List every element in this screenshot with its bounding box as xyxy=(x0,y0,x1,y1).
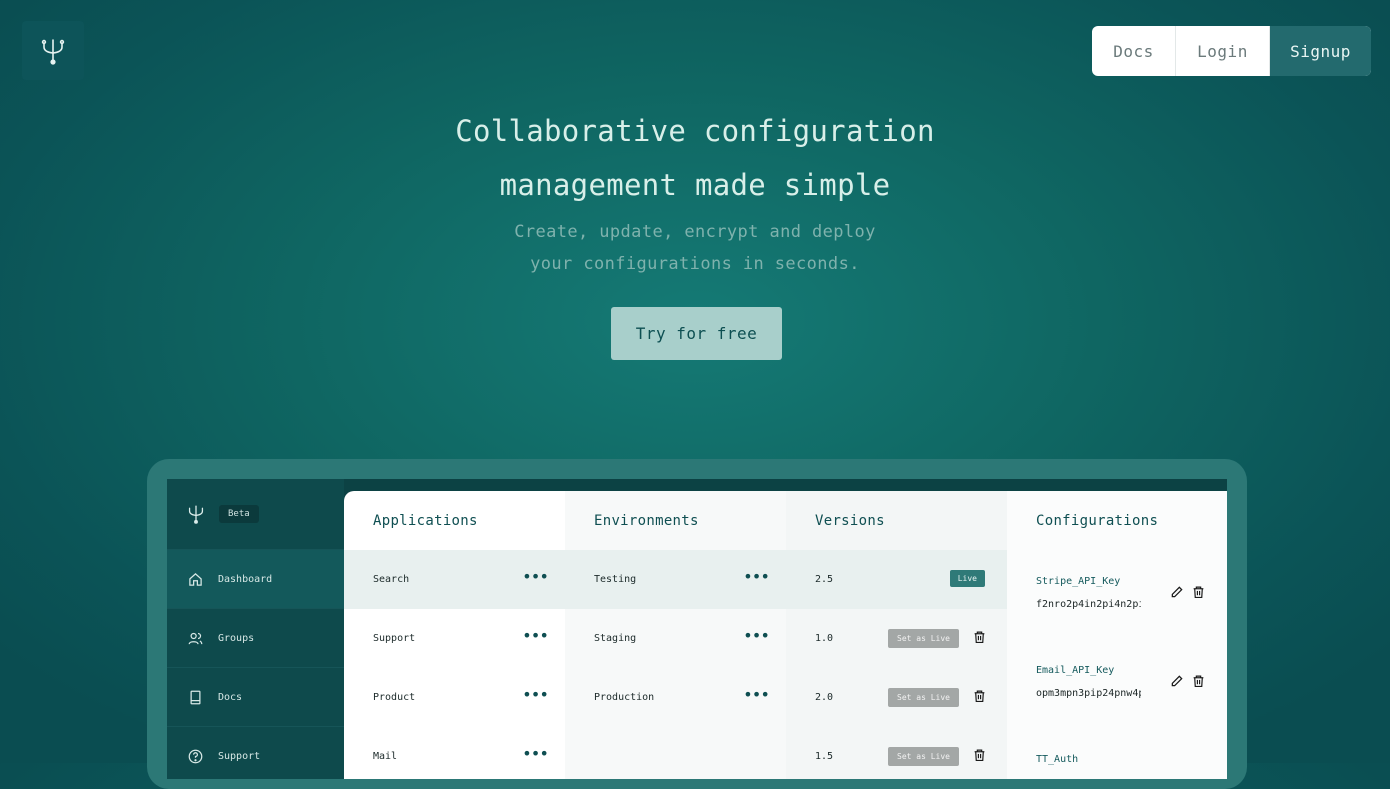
more-options-icon[interactable]: ••• xyxy=(743,628,770,644)
configuration-value: f2nro2p4in2pi4n2pin xyxy=(1036,599,1141,610)
version-row[interactable]: 1.0 Set as Live xyxy=(786,609,1007,668)
version-number: 2.5 xyxy=(815,574,834,585)
hero-title-line-2: management made simple xyxy=(499,168,891,202)
fork-logo-icon xyxy=(188,505,204,524)
app-preview: Beta Dashboard Groups Docs Support Appli… xyxy=(167,479,1227,779)
more-options-icon[interactable]: ••• xyxy=(743,569,770,585)
environments-column: Environments Testing ••• Staging ••• Pro… xyxy=(565,491,786,779)
environment-row[interactable]: Staging ••• xyxy=(565,609,786,668)
login-button[interactable]: Login xyxy=(1176,26,1270,76)
logo[interactable] xyxy=(22,21,84,80)
try-for-free-button[interactable]: Try for free xyxy=(611,307,782,360)
application-row[interactable]: Mail ••• xyxy=(344,727,565,779)
more-options-icon[interactable]: ••• xyxy=(743,687,770,703)
users-icon xyxy=(188,632,203,644)
app-main-panel: Applications Search ••• Support ••• Prod… xyxy=(344,491,1227,779)
sidebar-item-groups[interactable]: Groups xyxy=(167,608,344,667)
configuration-value: opm3mpn3pip24pnw4pi xyxy=(1036,688,1141,699)
versions-column: Versions 2.5 Live 1.0 Set as Live 2.0 Se… xyxy=(786,491,1007,779)
more-options-icon[interactable]: ••• xyxy=(522,746,549,762)
application-row[interactable]: Product ••• xyxy=(344,668,565,727)
applications-column: Applications Search ••• Support ••• Prod… xyxy=(344,491,565,779)
sidebar-item-label: Dashboard xyxy=(218,573,273,585)
help-circle-icon xyxy=(188,749,203,763)
configurations-header: Configurations xyxy=(1036,512,1159,529)
environment-name: Staging xyxy=(594,633,637,644)
app-sidebar-header: Beta xyxy=(167,479,344,549)
application-name: Support xyxy=(373,633,416,644)
configuration-item[interactable]: Email_API_Key opm3mpn3pip24pnw4pi xyxy=(1007,639,1227,728)
application-name: Search xyxy=(373,574,410,585)
set-as-live-button[interactable]: Set as Live xyxy=(888,688,959,707)
configuration-actions xyxy=(1170,585,1205,599)
more-options-icon[interactable]: ••• xyxy=(522,569,549,585)
environment-row[interactable]: Production ••• xyxy=(565,668,786,727)
application-row[interactable]: Support ••• xyxy=(344,609,565,668)
trash-icon[interactable] xyxy=(1192,674,1205,688)
beta-badge: Beta xyxy=(219,505,259,523)
application-name: Mail xyxy=(373,751,398,762)
sidebar-item-docs[interactable]: Docs xyxy=(167,667,344,726)
trash-icon[interactable] xyxy=(1192,585,1205,599)
live-badge: Live xyxy=(949,570,985,587)
hero-title-line-1: Collaborative configuration xyxy=(455,114,935,148)
set-as-live-button[interactable]: Set as Live xyxy=(888,629,959,648)
app-sidebar: Beta Dashboard Groups Docs Support xyxy=(167,479,344,779)
signup-button[interactable]: Signup xyxy=(1270,26,1371,76)
sidebar-item-label: Docs xyxy=(218,691,243,703)
version-row[interactable]: 1.5 Set as Live xyxy=(786,727,1007,779)
configuration-key: Email_API_Key xyxy=(1036,665,1115,676)
hero-subtitle: Create, update, encrypt and deploy your … xyxy=(0,216,1390,280)
configuration-actions xyxy=(1170,674,1205,688)
version-number: 2.0 xyxy=(815,692,834,703)
environment-name: Production xyxy=(594,692,655,703)
trash-icon[interactable] xyxy=(973,630,986,644)
environments-header: Environments xyxy=(594,512,699,529)
configurations-column: Configurations Stripe_API_Key f2nro2p4in… xyxy=(1007,491,1227,779)
home-icon xyxy=(189,572,202,586)
more-options-icon[interactable]: ••• xyxy=(522,687,549,703)
sidebar-item-label: Support xyxy=(218,750,261,762)
version-row[interactable]: 2.5 Live xyxy=(786,550,1007,609)
environment-name: Testing xyxy=(594,574,637,585)
applications-header: Applications xyxy=(373,512,478,529)
application-name: Product xyxy=(373,692,416,703)
docs-link[interactable]: Docs xyxy=(1092,26,1176,76)
version-row[interactable]: 2.0 Set as Live xyxy=(786,668,1007,727)
trash-icon[interactable] xyxy=(973,748,986,762)
versions-header: Versions xyxy=(815,512,885,529)
configuration-key: TT_Auth xyxy=(1036,754,1079,765)
trash-icon[interactable] xyxy=(973,689,986,703)
environment-row[interactable]: Testing ••• xyxy=(565,550,786,609)
top-nav: Docs Login Signup xyxy=(1092,26,1371,76)
sidebar-item-label: Groups xyxy=(218,632,255,644)
configuration-key: Stripe_API_Key xyxy=(1036,576,1121,587)
fork-logo-icon xyxy=(41,38,65,65)
version-number: 1.0 xyxy=(815,633,834,644)
hero-subtitle-line-2: your configurations in seconds. xyxy=(530,254,860,274)
hero-subtitle-line-1: Create, update, encrypt and deploy xyxy=(514,222,876,242)
sidebar-item-support[interactable]: Support xyxy=(167,726,344,779)
version-number: 1.5 xyxy=(815,751,834,762)
application-row[interactable]: Search ••• xyxy=(344,550,565,609)
more-options-icon[interactable]: ••• xyxy=(522,628,549,644)
pencil-icon[interactable] xyxy=(1170,674,1184,688)
set-as-live-button[interactable]: Set as Live xyxy=(888,747,959,766)
configuration-item[interactable]: TT_Auth xyxy=(1007,728,1227,779)
hero-title: Collaborative configuration management m… xyxy=(0,104,1390,212)
sidebar-item-dashboard[interactable]: Dashboard xyxy=(167,549,344,608)
configuration-item[interactable]: Stripe_API_Key f2nro2p4in2pi4n2pin xyxy=(1007,550,1227,639)
pencil-icon[interactable] xyxy=(1170,585,1184,599)
book-icon xyxy=(190,690,201,704)
